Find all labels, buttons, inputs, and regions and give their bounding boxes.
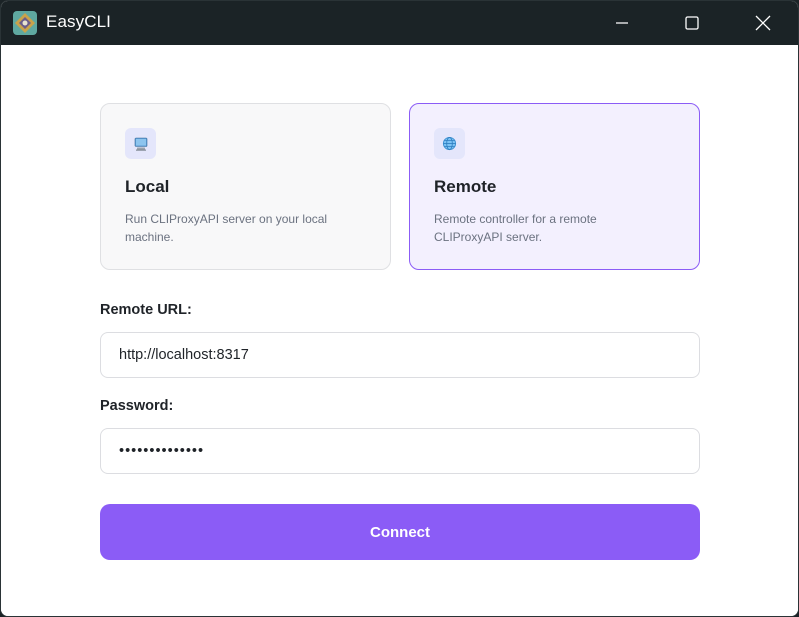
- maximize-button[interactable]: [657, 1, 727, 45]
- mode-card-description: Remote controller for a remote CLIProxyA…: [434, 212, 597, 244]
- title-bar[interactable]: EasyCLI: [1, 1, 798, 45]
- password-input[interactable]: [100, 428, 700, 474]
- mode-card-description: Run CLIProxyAPI server on your local mac…: [125, 212, 328, 244]
- minimize-button[interactable]: [587, 1, 657, 45]
- app-logo-icon: [13, 11, 37, 35]
- mode-card-local[interactable]: Local Run CLIProxyAPI server on your loc…: [100, 103, 391, 270]
- maximize-icon: [685, 16, 699, 30]
- close-icon: [755, 15, 771, 31]
- password-label: Password:: [100, 398, 174, 414]
- mode-card-remote[interactable]: Remote Remote controller for a remote CL…: [409, 103, 700, 270]
- window-title: EasyCLI: [46, 12, 111, 31]
- remote-url-label: Remote URL:: [100, 302, 192, 318]
- connect-button[interactable]: Connect: [100, 504, 700, 560]
- computer-icon: [125, 128, 156, 159]
- mode-card-title: Remote: [434, 177, 497, 196]
- globe-icon: [434, 128, 465, 159]
- mode-card-title: Local: [125, 177, 170, 196]
- remote-url-input[interactable]: [100, 332, 700, 378]
- app-window: EasyCLI Local Run CLIProxyAPI server on …: [0, 0, 799, 617]
- close-button[interactable]: [728, 1, 798, 45]
- minimize-icon: [616, 22, 628, 24]
- main-content: Local Run CLIProxyAPI server on your loc…: [1, 45, 798, 616]
